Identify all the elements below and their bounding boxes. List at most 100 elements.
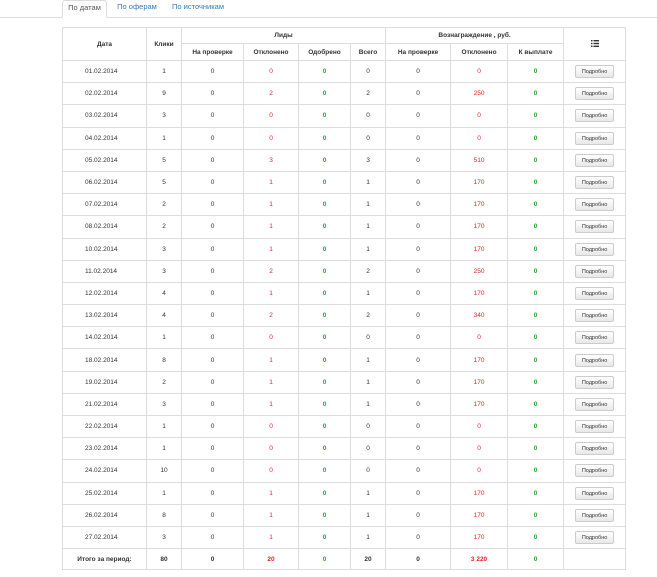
leads-rejected-cell: 1 [243, 348, 299, 372]
actions-cell: Подробно [563, 148, 627, 172]
clicks-cell: 10 [146, 459, 182, 483]
leads-approved-cell: 0 [298, 215, 351, 239]
table-row: 02.02.2014 9 0 2 0 2 0 250 0 Подробно [62, 82, 627, 106]
leads-total-cell: 0 [349, 414, 387, 439]
reward-rejected-cell: 0 [450, 104, 509, 128]
details-button[interactable]: Подробно [575, 131, 615, 145]
details-button[interactable]: Подробно [575, 153, 615, 167]
details-button[interactable]: Подробно [575, 420, 615, 434]
reward-pending-cell: 0 [385, 437, 452, 461]
leads-approved-cell: 0 [298, 503, 351, 527]
leads-total-cell: 1 [349, 503, 387, 527]
reward-pending-cell: 0 [385, 170, 452, 195]
actions-cell: Подробно [563, 59, 627, 84]
date-cell: 14.02.2014 [62, 326, 147, 350]
leads-rejected-cell: 2 [243, 82, 299, 106]
leads-pending-cell: 0 [181, 170, 244, 195]
leads-pending-cell: 0 [181, 82, 244, 106]
details-button[interactable]: Подробно [575, 286, 615, 300]
details-button[interactable]: Подробно [575, 242, 615, 256]
leads-rejected-cell: 1 [243, 370, 299, 394]
actions-cell: Подробно [563, 414, 627, 439]
list-icon [590, 40, 599, 48]
tab-by-sources[interactable]: По источникам [166, 0, 230, 17]
leads-pending-cell: 0 [181, 126, 244, 150]
actions-cell: Подробно [563, 170, 627, 195]
reward-rejected-cell: 0 [450, 326, 509, 350]
details-button[interactable]: Подробно [575, 331, 615, 345]
tab-by-offers[interactable]: По оферам [112, 0, 162, 17]
reward-pending-cell: 0 [385, 370, 452, 394]
details-button[interactable]: Подробно [575, 65, 615, 79]
leads-pending-cell: 0 [181, 104, 244, 128]
reward-rejected-cell: 0 [450, 59, 509, 84]
reward-group-header: Вознаграждение , руб. [385, 27, 565, 44]
table-row: 23.02.2014 1 0 0 0 0 0 0 0 Подробно [62, 437, 627, 461]
actions-cell: Подробно [563, 525, 627, 550]
reward-payout-cell: 0 [507, 525, 565, 550]
clicks-cell: 2 [146, 370, 182, 394]
leads-approved-cell: 0 [298, 525, 351, 550]
leads-approved-cell: 0 [298, 437, 351, 461]
clicks-cell: 3 [146, 237, 182, 261]
details-button[interactable]: Подробно [575, 442, 615, 456]
date-cell: 11.02.2014 [62, 259, 147, 283]
date-cell: 19.02.2014 [62, 370, 147, 394]
details-button[interactable]: Подробно [575, 486, 615, 500]
table-row: 26.02.2014 8 0 1 0 1 0 170 0 Подробно [62, 503, 627, 527]
details-button[interactable]: Подробно [575, 353, 615, 367]
date-cell: 22.02.2014 [62, 414, 147, 439]
clicks-cell: 5 [146, 170, 182, 195]
details-button[interactable]: Подробно [575, 531, 615, 545]
details-button[interactable]: Подробно [575, 508, 615, 522]
reward-pending-cell: 0 [385, 215, 452, 239]
leads-rejected-cell: 2 [243, 304, 299, 328]
details-button[interactable]: Подробно [575, 198, 615, 212]
leads-rejected-cell: 1 [243, 170, 299, 195]
reward-payout-cell: 0 [507, 503, 565, 527]
details-button[interactable]: Подробно [575, 375, 615, 389]
leads-approved-cell: 0 [298, 392, 351, 417]
actions-cell: Подробно [563, 259, 627, 283]
reward-payout-cell: 0 [507, 326, 565, 350]
leads-rejected-cell: 3 [243, 148, 299, 172]
reward-payout-cell: 0 [507, 104, 565, 128]
actions-cell: Подробно [563, 348, 627, 372]
details-button[interactable]: Подробно [575, 309, 615, 323]
leads-pending-cell: 0 [181, 59, 244, 84]
details-button[interactable]: Подробно [575, 87, 615, 101]
actions-cell: Подробно [563, 459, 627, 483]
details-button[interactable]: Подробно [575, 220, 615, 234]
reward-payout-cell: 0 [507, 193, 565, 217]
reward-pending-cell: 0 [385, 326, 452, 350]
reward-rejected-cell: 170 [450, 170, 509, 195]
leads-pending-cell: 0 [181, 304, 244, 328]
clicks-cell: 4 [146, 304, 182, 328]
table-row: 03.02.2014 3 0 0 0 0 0 0 0 Подробно [62, 104, 627, 128]
details-button[interactable]: Подробно [575, 176, 615, 190]
clicks-cell: 1 [146, 437, 182, 461]
leads-pending-cell: 0 [181, 237, 244, 261]
leads-approved-cell: 0 [298, 82, 351, 106]
actions-cell: Подробно [563, 392, 627, 417]
reward-rejected-cell: 250 [450, 82, 509, 106]
leads-approved-cell: 0 [298, 370, 351, 394]
table-row: 24.02.2014 10 0 0 0 0 0 0 0 Подробно [62, 459, 627, 483]
clicks-cell: 2 [146, 193, 182, 217]
reward-rejected-cell: 170 [450, 392, 509, 417]
reward-rejected-cell: 170 [450, 348, 509, 372]
details-button[interactable]: Подробно [575, 397, 615, 411]
details-button[interactable]: Подробно [575, 264, 615, 278]
details-button[interactable]: Подробно [575, 109, 615, 123]
tab-by-dates[interactable]: По датам [62, 0, 107, 18]
col-reward-rejected: Отклонено [450, 43, 509, 61]
reward-rejected-cell: 250 [450, 259, 509, 283]
details-button[interactable]: Подробно [575, 464, 615, 478]
clicks-cell: 3 [146, 525, 182, 550]
leads-pending-cell: 0 [181, 281, 244, 306]
leads-rejected-cell: 0 [243, 414, 299, 439]
table-row: 04.02.2014 1 0 0 0 0 0 0 0 Подробно [62, 126, 627, 150]
actions-cell: Подробно [563, 481, 627, 505]
table-row: 12.02.2014 4 0 1 0 1 0 170 0 Подробно [62, 281, 627, 306]
table-row: 21.02.2014 3 0 1 0 1 0 170 0 Подробно [62, 392, 627, 417]
